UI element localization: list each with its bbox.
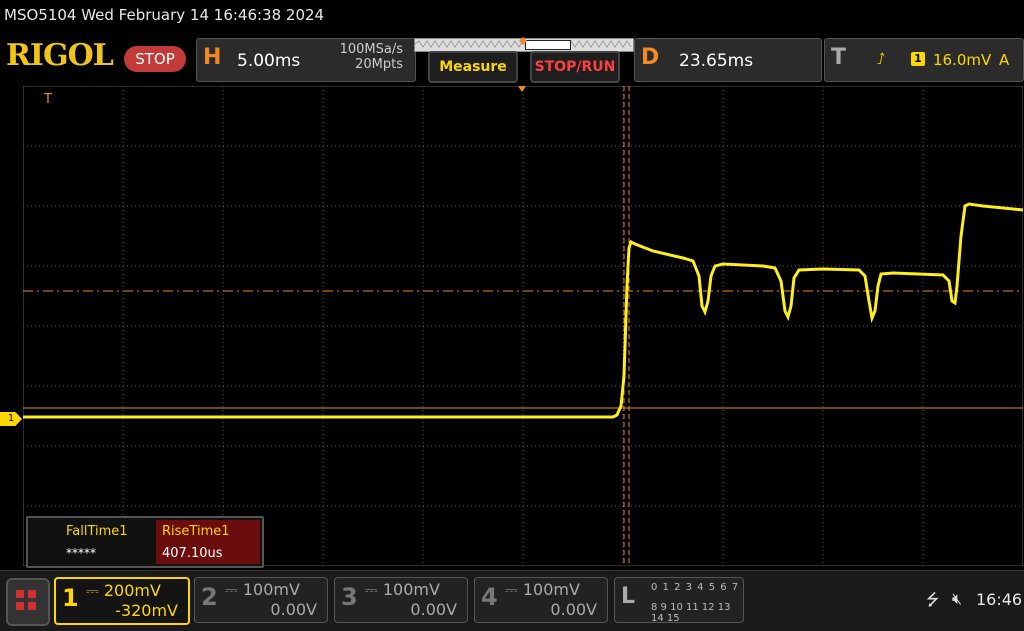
trigger-panel[interactable]: T ⭜ 1 16.0mV A — [824, 38, 1024, 82]
channel-3-panel[interactable]: 3 ⎓ 100mV 0.00V — [334, 577, 468, 623]
measurement-panel[interactable]: FallTime1 ***** RiseTime1 407.10us — [26, 516, 264, 568]
channel-scale: ⎓ 100mV — [365, 580, 440, 599]
logic-channels-low: 0 1 2 3 4 5 6 7 — [651, 582, 740, 593]
instrument-title: MSO5104 Wed February 14 16:46:38 2024 — [4, 6, 325, 24]
delay-label: D — [641, 45, 660, 70]
channel-4-panel[interactable]: 4 ⎓ 100mV 0.00V — [474, 577, 608, 623]
sample-rate: 100MSa/s — [339, 42, 403, 57]
rise-time-label: RiseTime1 — [162, 524, 230, 539]
channel-number: 1 — [62, 584, 79, 612]
channel-scale: ⎓ 100mV — [505, 580, 580, 599]
logic-analyzer-panel[interactable]: L 0 1 2 3 4 5 6 7 8 9 10 11 12 13 14 15 — [614, 577, 744, 624]
channel-scale-value: 100mV — [242, 580, 300, 599]
channel-scale-value: 100mV — [382, 580, 440, 599]
delay-panel[interactable]: D 23.65ms — [634, 38, 822, 82]
channel-offset: -320mV — [115, 601, 178, 620]
channel-scale: ⎓ 100mV — [225, 580, 300, 599]
channel-number: 4 — [481, 583, 498, 611]
channel-scale: ⎓ 200mV — [86, 581, 161, 600]
channel-offset: 0.00V — [410, 600, 457, 619]
measure-button[interactable]: Measure — [428, 51, 518, 83]
speaker-muted-icon[interactable]: 🔇︎ — [952, 589, 962, 609]
fall-time-label: FallTime1 — [66, 524, 128, 539]
channel-number: 2 — [201, 583, 218, 611]
delay-value: 23.65ms — [679, 51, 754, 71]
acquisition-info: 100MSa/s 20Mpts — [305, 42, 403, 72]
horizontal-label: H — [203, 45, 222, 70]
channel-scale-value: 100mV — [522, 580, 580, 599]
rise-time-value: 407.10us — [162, 546, 223, 561]
logic-channels-high: 8 9 10 11 12 13 14 15 — [651, 602, 731, 624]
rigol-logo: RIGOL — [6, 38, 114, 73]
ch1-offset-marker[interactable]: 1 — [0, 412, 22, 426]
waveform-display[interactable] — [23, 86, 1023, 566]
channel-offset: 0.00V — [270, 600, 317, 619]
usb-icon: ⭍ — [926, 590, 940, 609]
menu-dot — [28, 602, 36, 610]
graticule — [23, 86, 1023, 566]
channel-1-panel[interactable]: 1 ⎓ 200mV -320mV — [54, 577, 190, 625]
memory-depth: 20Mpts — [355, 57, 403, 72]
channel-number: 3 — [341, 583, 358, 611]
timebase-value: 5.00ms — [237, 51, 301, 71]
stop-run-button[interactable]: STOP/RUN — [530, 51, 620, 83]
rise-time-cell[interactable]: RiseTime1 407.10us — [156, 520, 260, 564]
trigger-source-badge: 1 — [911, 52, 925, 66]
horizontal-panel[interactable]: H 5.00ms 100MSa/s 20Mpts — [196, 38, 416, 82]
trigger-mode: A — [999, 51, 1010, 69]
rising-edge-icon: ⭜ — [877, 50, 885, 68]
menu-dot — [16, 590, 24, 598]
trigger-level: 16.0mV — [933, 51, 992, 69]
bottom-status-bar: 1 ⎓ 200mV -320mV 2 ⎓ 100mV 0.00V 3 ⎓ 100… — [0, 570, 1024, 631]
memory-position-bar — [414, 37, 634, 52]
logic-label: L — [621, 584, 636, 609]
trigger-position-marker: T — [44, 92, 52, 107]
menu-dot — [16, 602, 24, 610]
channel-scale-value: 200mV — [103, 581, 161, 600]
clock: 16:46 — [976, 590, 1023, 609]
screen-window-indicator — [525, 40, 571, 50]
run-state-badge[interactable]: STOP — [124, 46, 186, 72]
menu-dot — [28, 590, 36, 598]
horizontal-center-marker — [518, 86, 526, 92]
trigger-label: T — [831, 45, 847, 70]
main-menu-button[interactable] — [6, 578, 50, 626]
channel-offset: 0.00V — [550, 600, 597, 619]
fall-time-value: ***** — [66, 546, 96, 560]
channel-2-panel[interactable]: 2 ⎓ 100mV 0.00V — [194, 577, 328, 623]
